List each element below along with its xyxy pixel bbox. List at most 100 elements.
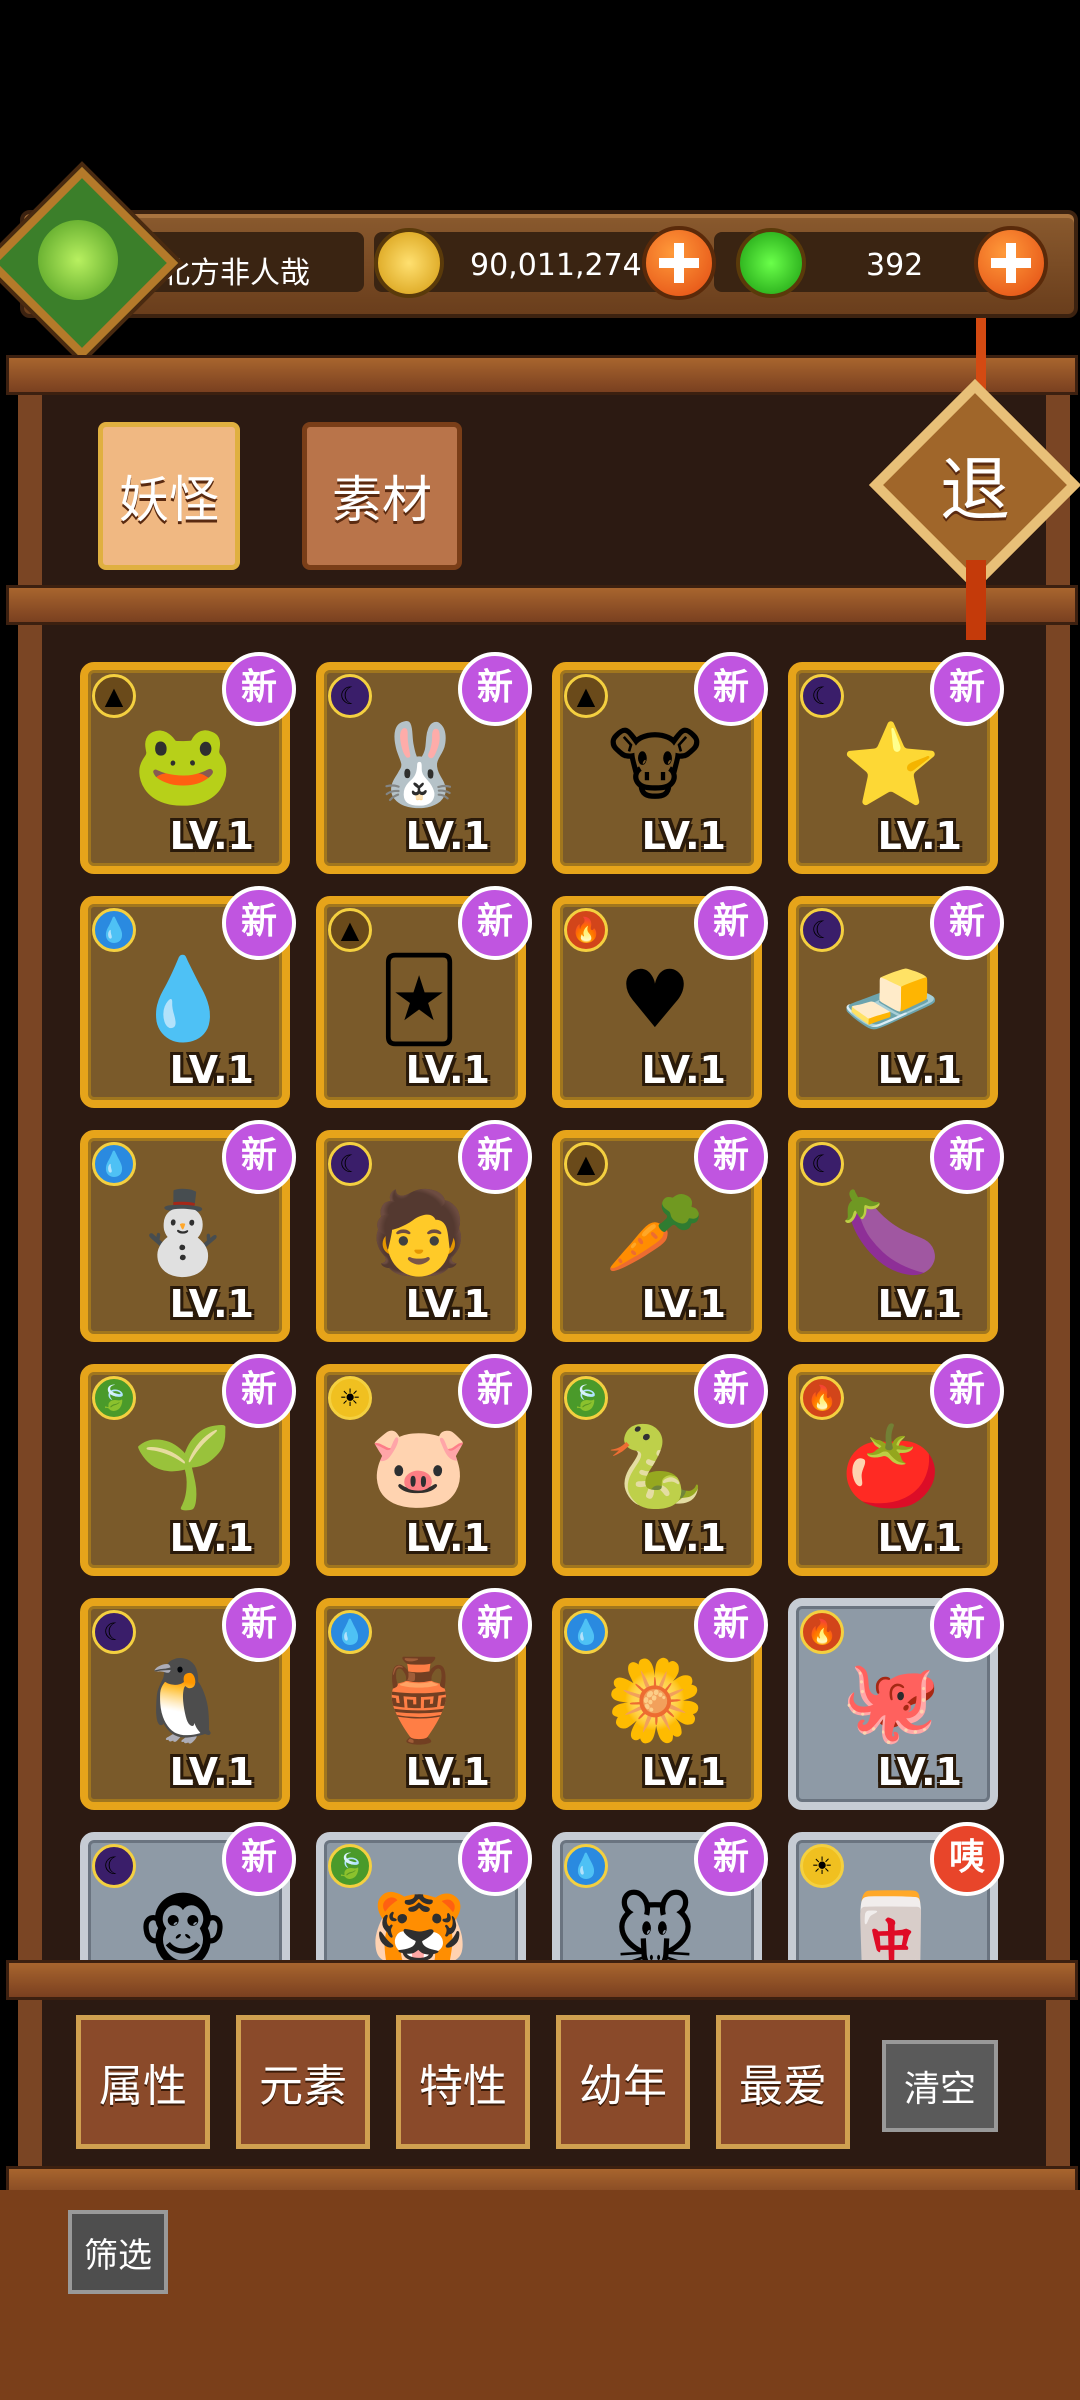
monster-card[interactable]: 💧 🌼 新 LV.1 (552, 1588, 768, 1810)
level-label: LV.1 (405, 1750, 490, 1794)
jade-count: 392 (866, 248, 924, 283)
monster-portrait: 🐰 (369, 718, 469, 811)
level-label: LV.1 (169, 1282, 254, 1326)
clear-button[interactable]: 清空 (882, 2040, 998, 2132)
add-coins-button[interactable] (642, 226, 716, 300)
top-status-bar: 北方非人哉 90,011,274 392 (20, 210, 1078, 318)
tab-materials[interactable]: 素材 (302, 422, 462, 570)
level-label: LV.1 (405, 814, 490, 858)
monster-card[interactable]: 🔥 🐙 新 LV.1 (788, 1588, 1004, 1810)
level-label: LV.1 (641, 1750, 726, 1794)
monster-card[interactable]: ☾ 🍆 新 LV.1 (788, 1120, 1004, 1342)
level-label: LV.1 (877, 1048, 962, 1092)
top-beam (6, 355, 1078, 395)
monster-portrait: 🐮 (607, 718, 703, 812)
new-badge: 新 (694, 1120, 768, 1194)
monster-portrait: 🥕 (605, 1186, 705, 1279)
monster-portrait: 🐙 (841, 1654, 941, 1747)
avatar-icon (38, 220, 118, 300)
monster-card[interactable]: ☾ ⭐ 新 LV.1 (788, 652, 1004, 874)
monster-portrait: ⭐ (841, 718, 941, 811)
monster-card[interactable]: ▲ 🐸 新 LV.1 (80, 652, 296, 874)
monster-card[interactable]: ▲ 🐮 新 LV.1 (552, 652, 768, 874)
monster-portrait: 🐭 (613, 1888, 697, 1961)
filter-favorite-button[interactable]: 最爱 (716, 2015, 850, 2149)
monster-card[interactable]: 💧 🐭 新 (552, 1822, 768, 1961)
monster-card[interactable]: ☾ 🐧 新 LV.1 (80, 1588, 296, 1810)
level-label: LV.1 (405, 1516, 490, 1560)
monster-portrait: 🧑 (369, 1186, 469, 1279)
monster-card[interactable]: 💧 🏺 新 LV.1 (316, 1588, 532, 1810)
monster-card[interactable]: ▲ 🥕 新 LV.1 (552, 1120, 768, 1342)
level-label: LV.1 (169, 1048, 254, 1092)
jade-icon (736, 228, 806, 298)
filter-trait-button[interactable]: 特性 (396, 2015, 530, 2149)
monster-card[interactable]: ☾ 🐰 新 LV.1 (316, 652, 532, 874)
new-badge: 新 (458, 1588, 532, 1662)
monster-card[interactable]: 🍃 🐍 新 LV.1 (552, 1354, 768, 1576)
monster-portrait: 🍆 (841, 1186, 941, 1279)
monster-portrait: 🧈 (841, 952, 941, 1045)
monster-grid: ▲ 🐸 新 LV.1 ☾ 🐰 新 LV.1 ▲ 🐮 新 LV.1 ☾ ⭐ 新 LV.1 💧 💧 新 LV.1 ▲ 🃏 新 LV… (72, 650, 1008, 1960)
new-badge: 新 (458, 652, 532, 726)
level-label: LV.1 (877, 1516, 962, 1560)
monster-portrait: 🐍 (605, 1420, 705, 1513)
monster-portrait: 🐧 (133, 1654, 233, 1747)
filter-young-button[interactable]: 幼年 (556, 2015, 690, 2149)
level-label: LV.1 (169, 1750, 254, 1794)
new-badge: 新 (222, 1354, 296, 1428)
level-label: LV.1 (877, 1750, 962, 1794)
monster-card[interactable]: ☀ 🐷 新 LV.1 (316, 1354, 532, 1576)
new-badge: 新 (458, 1822, 532, 1896)
new-badge: 新 (458, 1354, 532, 1428)
level-label: LV.1 (169, 1516, 254, 1560)
monster-card[interactable]: ☾ 🧈 新 LV.1 (788, 886, 1004, 1108)
level-label: LV.1 (641, 1282, 726, 1326)
monster-card[interactable]: 🔥 🍅 新 LV.1 (788, 1354, 1004, 1576)
level-label: LV.1 (877, 1282, 962, 1326)
player-name: 北方非人哉 (160, 256, 310, 291)
monster-card[interactable]: 💧 💧 新 LV.1 (80, 886, 296, 1108)
monster-card[interactable]: 🔥 ♥ 新 LV.1 (552, 886, 768, 1108)
monster-portrait: 💧 (133, 952, 233, 1045)
new-badge: 新 (694, 886, 768, 960)
new-badge: 新 (930, 886, 1004, 960)
quit-label: 退 (940, 449, 1010, 531)
level-label: LV.1 (877, 814, 962, 858)
monster-portrait: 🌱 (133, 1420, 233, 1513)
monster-card[interactable]: ☾ 🧑 新 LV.1 (316, 1120, 532, 1342)
filter-element-button[interactable]: 元素 (236, 2015, 370, 2149)
monster-portrait: 🌼 (605, 1654, 705, 1747)
new-badge: 新 (222, 1120, 296, 1194)
tab-monsters[interactable]: 妖怪 (98, 422, 240, 570)
level-label: LV.1 (169, 814, 254, 858)
new-badge: 新 (694, 1822, 768, 1896)
level-label: LV.1 (405, 1048, 490, 1092)
level-label: LV.1 (641, 814, 726, 858)
monster-portrait: 🏺 (369, 1654, 469, 1747)
level-label: LV.1 (405, 1282, 490, 1326)
monster-card[interactable]: ▲ 🃏 新 LV.1 (316, 886, 532, 1108)
new-badge: 新 (930, 1354, 1004, 1428)
monster-portrait: 🃏 (378, 952, 460, 1046)
new-badge: 新 (694, 652, 768, 726)
new-badge: 咦 (930, 1822, 1004, 1896)
level-label: LV.1 (641, 1048, 726, 1092)
new-badge: 新 (458, 886, 532, 960)
new-badge: 新 (930, 652, 1004, 726)
monster-card[interactable]: 🍃 🌱 新 LV.1 (80, 1354, 296, 1576)
coin-count: 90,011,274 (470, 248, 642, 283)
grid-bottom-beam (6, 1960, 1078, 2000)
monster-card[interactable]: ☾ 🐵 新 (80, 1822, 296, 1960)
quit-tassel (966, 560, 986, 640)
filter-button[interactable]: 筛选 (68, 2210, 168, 2294)
new-badge: 新 (694, 1354, 768, 1428)
new-badge: 新 (222, 1588, 296, 1662)
monster-card[interactable]: 🍃 🐯 新 (316, 1822, 532, 1960)
add-jade-button[interactable] (974, 226, 1048, 300)
new-badge: 新 (222, 1822, 296, 1896)
filter-attribute-button[interactable]: 属性 (76, 2015, 210, 2149)
monster-card[interactable]: 💧 ⛄ 新 LV.1 (80, 1120, 296, 1342)
new-badge: 新 (694, 1588, 768, 1662)
monster-card[interactable]: ☀ 🀄 咦 (788, 1822, 1004, 1960)
